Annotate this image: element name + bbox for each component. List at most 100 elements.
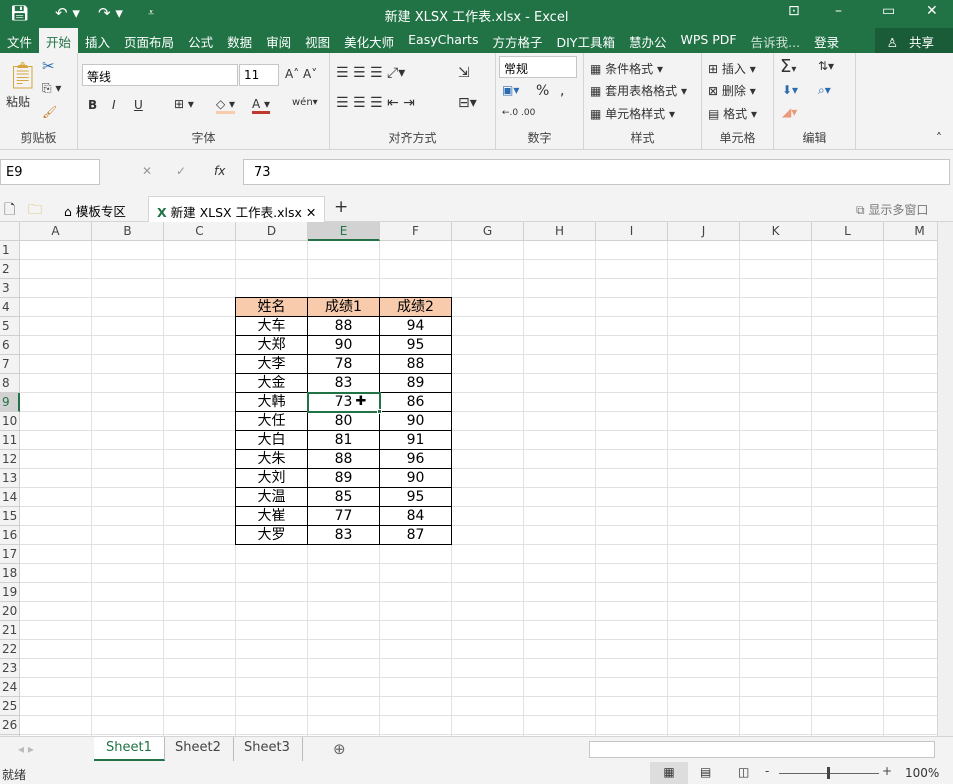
cell[interactable] xyxy=(668,659,740,678)
menu-item[interactable]: 视图 xyxy=(298,28,337,53)
cell[interactable] xyxy=(164,260,236,279)
wrap-text-icon[interactable]: ⇲ xyxy=(458,65,470,81)
cell[interactable] xyxy=(164,298,236,317)
column-header[interactable]: J xyxy=(668,222,740,241)
cell[interactable] xyxy=(452,678,524,697)
row-header[interactable]: 1 xyxy=(0,241,20,260)
menu-item[interactable]: 审阅 xyxy=(259,28,298,53)
cell[interactable] xyxy=(812,355,884,374)
cell[interactable] xyxy=(812,583,884,602)
cell[interactable] xyxy=(452,412,524,431)
cell[interactable] xyxy=(236,545,308,564)
cell[interactable] xyxy=(452,260,524,279)
insert-button[interactable]: ⊞ 插入 ▾ xyxy=(708,60,756,77)
maximize-icon[interactable]: ▭ xyxy=(882,3,895,19)
conditional-format-button[interactable]: ▦ 条件格式 ▾ xyxy=(590,60,663,77)
cell[interactable] xyxy=(596,260,668,279)
table-cell[interactable]: 78 xyxy=(307,354,380,374)
cell[interactable] xyxy=(668,488,740,507)
cell[interactable] xyxy=(668,469,740,488)
cell[interactable] xyxy=(524,336,596,355)
cell[interactable] xyxy=(452,583,524,602)
cell[interactable] xyxy=(236,621,308,640)
column-header[interactable]: I xyxy=(596,222,668,241)
table-header-cell[interactable]: 成绩1 xyxy=(307,297,380,317)
italic-button[interactable]: I xyxy=(112,98,116,112)
cell[interactable] xyxy=(668,374,740,393)
format-button[interactable]: ▤ 格式 ▾ xyxy=(708,105,757,122)
paste-button[interactable]: 粘贴 xyxy=(6,93,30,110)
cell[interactable] xyxy=(92,317,164,336)
table-cell[interactable]: 95 xyxy=(379,487,452,507)
cell[interactable] xyxy=(164,659,236,678)
cell[interactable] xyxy=(884,260,937,279)
table-header-cell[interactable]: 成绩2 xyxy=(379,297,452,317)
cell[interactable] xyxy=(236,678,308,697)
fill-color-icon[interactable]: ◇ ▾ xyxy=(216,97,236,114)
cell[interactable] xyxy=(596,488,668,507)
cell[interactable] xyxy=(884,716,937,735)
cell[interactable] xyxy=(596,697,668,716)
cell[interactable] xyxy=(740,488,812,507)
cell[interactable] xyxy=(164,317,236,336)
cell[interactable] xyxy=(308,716,380,735)
name-box[interactable]: E9 xyxy=(0,159,100,185)
cell[interactable] xyxy=(452,393,524,412)
cell[interactable] xyxy=(812,716,884,735)
cell[interactable] xyxy=(596,564,668,583)
cell[interactable] xyxy=(596,602,668,621)
cell[interactable] xyxy=(524,488,596,507)
cell[interactable] xyxy=(308,545,380,564)
clear-icon[interactable]: ◢▾ xyxy=(782,105,797,119)
cell[interactable] xyxy=(164,431,236,450)
formula-input[interactable]: 73 xyxy=(243,159,950,185)
cell[interactable] xyxy=(92,241,164,260)
cell[interactable] xyxy=(452,621,524,640)
cell[interactable] xyxy=(812,564,884,583)
cell[interactable] xyxy=(524,393,596,412)
cell[interactable] xyxy=(452,602,524,621)
row-header[interactable]: 7 xyxy=(0,355,20,374)
cell[interactable] xyxy=(164,583,236,602)
cell[interactable] xyxy=(812,640,884,659)
column-header[interactable]: K xyxy=(740,222,812,241)
phonetic-icon[interactable]: wén▾ xyxy=(292,97,318,108)
cell[interactable] xyxy=(20,393,92,412)
cell[interactable] xyxy=(812,431,884,450)
table-cell[interactable]: 大车 xyxy=(235,316,308,336)
cell[interactable] xyxy=(740,507,812,526)
cell[interactable] xyxy=(812,659,884,678)
normal-view-icon[interactable]: ▦ xyxy=(650,762,688,784)
table-cell[interactable]: 95 xyxy=(379,335,452,355)
cell[interactable] xyxy=(524,298,596,317)
grow-font-icon[interactable]: A˄ A˅ xyxy=(285,67,317,81)
horizontal-scrollbar[interactable] xyxy=(589,741,935,758)
table-cell[interactable]: 81 xyxy=(307,430,380,450)
cell[interactable] xyxy=(452,317,524,336)
cell[interactable] xyxy=(20,260,92,279)
cell[interactable] xyxy=(812,336,884,355)
cell[interactable] xyxy=(740,640,812,659)
cell[interactable] xyxy=(668,545,740,564)
cell[interactable] xyxy=(452,697,524,716)
cell[interactable] xyxy=(452,431,524,450)
cell[interactable] xyxy=(92,336,164,355)
cell[interactable] xyxy=(92,450,164,469)
table-cell[interactable]: 大崔 xyxy=(235,506,308,526)
cell[interactable] xyxy=(524,431,596,450)
cell[interactable] xyxy=(380,241,452,260)
cell[interactable] xyxy=(164,602,236,621)
cell[interactable] xyxy=(92,355,164,374)
cell[interactable] xyxy=(308,678,380,697)
cell[interactable] xyxy=(452,640,524,659)
cell[interactable] xyxy=(740,298,812,317)
cell[interactable] xyxy=(812,241,884,260)
cell[interactable] xyxy=(812,279,884,298)
table-cell[interactable]: 大温 xyxy=(235,487,308,507)
row-header[interactable]: 18 xyxy=(0,564,20,583)
cell[interactable] xyxy=(20,355,92,374)
table-cell[interactable]: 94 xyxy=(379,316,452,336)
zoom-slider[interactable]: - + xyxy=(765,764,892,780)
menu-item[interactable]: 美化大师 xyxy=(337,28,401,53)
table-header-cell[interactable]: 姓名 xyxy=(235,297,308,317)
